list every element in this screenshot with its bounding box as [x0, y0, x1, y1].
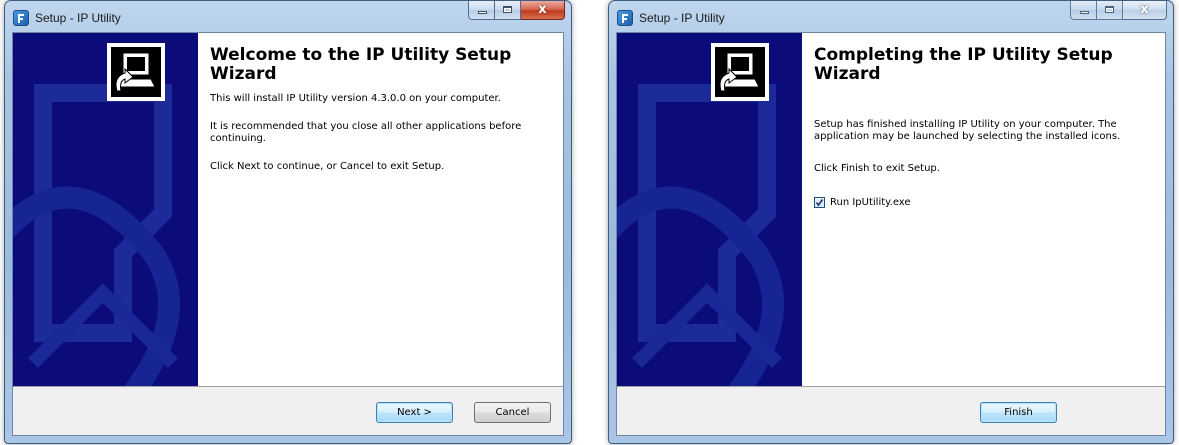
run-app-checkbox[interactable] [814, 197, 825, 208]
wizard-client-area: Completing the IP Utility Setup Wizard S… [616, 32, 1166, 436]
minimize-button[interactable] [1070, 1, 1097, 20]
wizard-button-bar: Next > Cancel [13, 386, 563, 435]
caption-buttons: x [468, 1, 565, 21]
wizard-paragraph: Click Next to continue, or Cancel to exi… [210, 161, 445, 172]
minimize-button[interactable] [468, 1, 495, 20]
window-title: Setup - IP Utility [35, 11, 121, 25]
caption-buttons: x [1070, 1, 1167, 21]
wizard-heading: Completing the IP Utility Setup Wizard [814, 45, 1113, 84]
wizard-content: Completing the IP Utility Setup Wizard S… [802, 33, 1165, 386]
cancel-button[interactable]: Cancel [474, 402, 551, 423]
wizard-paragraph: Click Finish to exit Setup. [814, 163, 940, 174]
close-icon: x [538, 2, 547, 17]
run-app-label[interactable]: Run IpUtility.exe [830, 197, 911, 208]
setup-app-icon[interactable] [617, 10, 633, 26]
checkmark-icon [815, 198, 824, 207]
title-bar[interactable]: Setup - IP Utility x [609, 1, 1173, 31]
wizard-button-bar: Finish [617, 386, 1165, 435]
title-bar[interactable]: Setup - IP Utility x [5, 1, 571, 31]
window-title: Setup - IP Utility [639, 11, 725, 25]
wizard-paragraph: This will install IP Utility version 4.3… [210, 93, 501, 104]
setup-window-welcome: Setup - IP Utility x Welcome to the IP U… [4, 0, 572, 444]
setup-app-icon[interactable] [13, 10, 29, 26]
wizard-sidebar-image [13, 33, 198, 386]
close-button[interactable]: x [1123, 1, 1167, 20]
run-app-option[interactable]: Run IpUtility.exe [814, 197, 911, 208]
wizard-heading: Welcome to the IP Utility Setup Wizard [210, 45, 512, 84]
wizard-paragraph: It is recommended that you close all oth… [210, 121, 522, 144]
wizard-client-area: Welcome to the IP Utility Setup Wizard T… [12, 32, 564, 436]
computer-install-icon [107, 43, 165, 101]
close-icon: x [1140, 2, 1149, 17]
setup-window-completing: Setup - IP Utility x Completing the IP U… [608, 0, 1174, 444]
wizard-paragraph: Setup has finished installing IP Utility… [814, 119, 1121, 142]
maximize-button[interactable] [495, 1, 521, 20]
next-button[interactable]: Next > [376, 402, 453, 423]
wizard-content: Welcome to the IP Utility Setup Wizard T… [198, 33, 563, 386]
finish-button[interactable]: Finish [980, 402, 1057, 423]
wizard-sidebar-image [617, 33, 802, 386]
close-button[interactable]: x [521, 1, 565, 20]
maximize-button[interactable] [1097, 1, 1123, 20]
computer-install-icon [711, 43, 769, 101]
